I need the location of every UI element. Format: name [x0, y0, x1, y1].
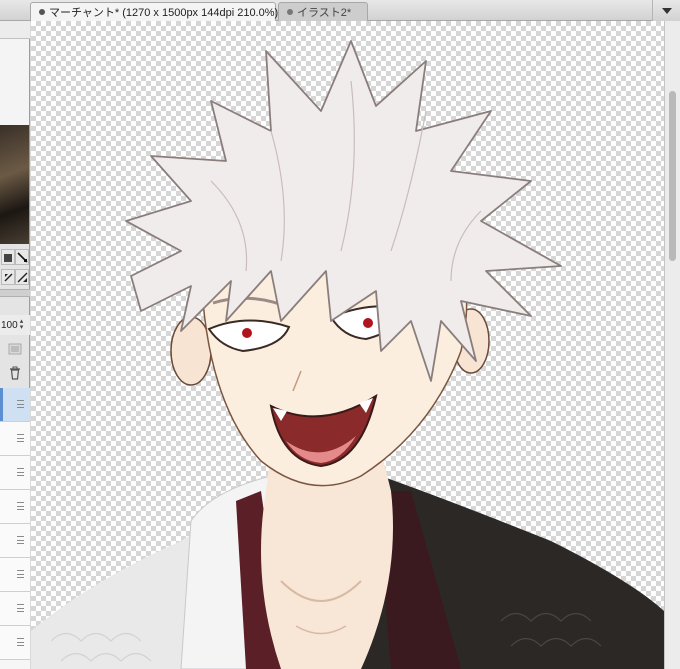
canvas-vertical-scrollbar[interactable] — [664, 21, 680, 669]
blend-mode-icon — [8, 343, 22, 355]
layer-row[interactable] — [0, 456, 30, 490]
navigator-thumbnail[interactable] — [0, 39, 29, 244]
navigator-tool-row-2 — [0, 267, 30, 287]
panel-divider — [0, 289, 30, 297]
drag-handle-icon[interactable] — [17, 400, 24, 408]
layer-list — [0, 388, 30, 669]
rotate-icon — [17, 272, 27, 282]
layer-opacity-control[interactable]: 100 ▴ ▾ — [0, 315, 30, 335]
flip-icon — [4, 273, 12, 281]
layer-row[interactable] — [0, 524, 30, 558]
transform-tool-button[interactable] — [15, 249, 29, 265]
navigator-header — [0, 21, 30, 39]
drag-handle-icon[interactable] — [17, 604, 24, 612]
blend-mode-button[interactable] — [2, 339, 28, 359]
layer-square-icon — [3, 253, 12, 262]
flip-tool-button[interactable] — [1, 269, 15, 285]
opacity-value: 100 — [1, 319, 18, 331]
drag-handle-icon[interactable] — [17, 638, 24, 646]
trash-icon — [10, 366, 20, 380]
layer-row[interactable] — [0, 388, 30, 422]
tab-document-active[interactable]: マーチャント* (1270 x 1500px 144dpi 210.0%) — [30, 2, 279, 21]
left-side-panel: 100 ▴ ▾ — [0, 21, 30, 669]
drawing-canvas[interactable] — [31, 21, 664, 669]
diagonal-arrow-icon — [16, 251, 28, 263]
tab-label: イラスト2* — [297, 7, 352, 19]
character-illustration — [31, 40, 664, 669]
delete-layer-button[interactable] — [2, 363, 28, 383]
navigator-preview-image — [0, 125, 29, 244]
document-dot-icon — [39, 9, 45, 15]
document-tab-bar: マーチャント* (1270 x 1500px 144dpi 210.0%) イラ… — [0, 0, 680, 21]
layer-row[interactable] — [0, 490, 30, 524]
layer-tool-button[interactable] — [1, 249, 15, 265]
drag-handle-icon[interactable] — [17, 570, 24, 578]
opacity-stepper-icon[interactable]: ▴ ▾ — [20, 318, 24, 331]
layer-row[interactable] — [0, 626, 30, 660]
layer-row[interactable] — [0, 558, 30, 592]
scrollbar-thumb[interactable] — [669, 91, 676, 261]
drag-handle-icon[interactable] — [17, 502, 24, 510]
tab-label: マーチャント* (1270 x 1500px 144dpi 210.0%) — [49, 7, 279, 19]
tab-menu-button[interactable] — [652, 0, 680, 21]
navigator-tool-row — [0, 247, 30, 267]
layer-selected-indicator — [0, 388, 3, 421]
layer-row[interactable] — [0, 422, 30, 456]
rotate-tool-button[interactable] — [15, 269, 29, 285]
drag-handle-icon[interactable] — [17, 536, 24, 544]
chevron-down-icon — [661, 7, 672, 14]
document-dot-icon — [287, 9, 293, 15]
tab-document-2[interactable]: イラスト2* — [278, 2, 368, 21]
drag-handle-icon[interactable] — [17, 434, 24, 442]
drag-handle-icon[interactable] — [17, 468, 24, 476]
layer-row[interactable] — [0, 592, 30, 626]
